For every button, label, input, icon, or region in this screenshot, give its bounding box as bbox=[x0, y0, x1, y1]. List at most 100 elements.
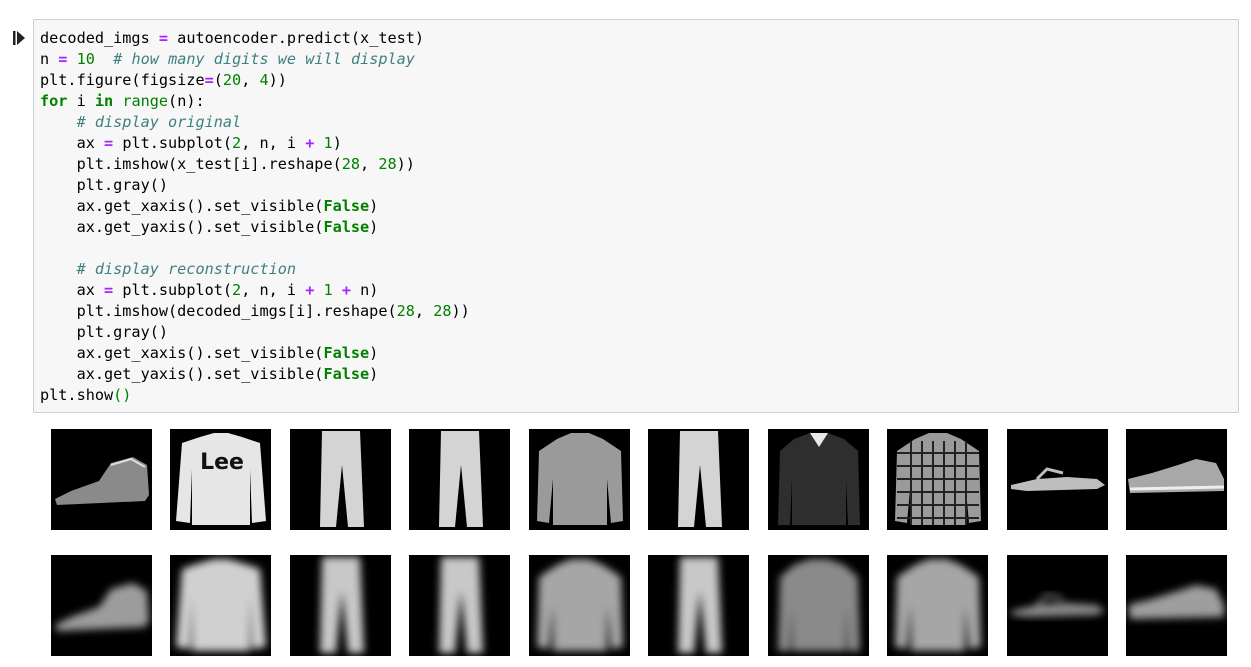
code-token: 1 bbox=[323, 134, 333, 152]
code-token: plt.gray() bbox=[40, 323, 169, 341]
code-line: plt.gray() bbox=[40, 175, 470, 196]
code-token: # how many digits we will display bbox=[113, 50, 415, 68]
code-token: False bbox=[323, 344, 370, 362]
code-token: , bbox=[360, 155, 379, 173]
reconstructed-image-ankle-boot bbox=[51, 555, 152, 656]
code-token: 10 bbox=[76, 50, 95, 68]
code-token: ax.get_xaxis().set_visible( bbox=[40, 344, 324, 362]
code-token: ax.get_yaxis().set_visible( bbox=[40, 365, 324, 383]
code-token: = bbox=[104, 134, 114, 152]
code-token: plt.subplot( bbox=[113, 281, 233, 299]
code-token: # display reconstruction bbox=[76, 260, 297, 278]
reconstructed-image-trouser bbox=[290, 555, 391, 656]
code-token: False bbox=[323, 365, 370, 383]
code-token: decoded_imgs bbox=[40, 29, 159, 47]
reconstructed-image-trouser bbox=[409, 555, 510, 656]
code-token: 28 bbox=[396, 302, 415, 320]
code-token: 20 bbox=[222, 71, 242, 89]
code-token: 28 bbox=[378, 155, 397, 173]
reconstructed-image-shirt bbox=[887, 555, 988, 656]
code-token: plt.figure(figsize bbox=[40, 71, 205, 89]
code-token: ax bbox=[40, 134, 105, 152]
code-token: ) bbox=[369, 344, 379, 362]
code-line: decoded_imgs = autoencoder.predict(x_tes… bbox=[40, 28, 470, 49]
original-image-pullover: Lee bbox=[170, 429, 271, 530]
code-token: plt.subplot( bbox=[113, 134, 233, 152]
code-token: n bbox=[40, 50, 59, 68]
code-token: # display original bbox=[76, 113, 242, 131]
code-token: )) bbox=[396, 155, 415, 173]
code-token: , n, i bbox=[241, 281, 306, 299]
original-image-shirt bbox=[529, 429, 630, 530]
code-token: ) bbox=[332, 134, 342, 152]
code-token: 1 bbox=[323, 281, 333, 299]
code-editor[interactable]: decoded_imgs = autoencoder.predict(x_tes… bbox=[40, 28, 470, 406]
code-token: () bbox=[113, 386, 132, 404]
code-line: plt.imshow(x_test[i].reshape(28, 28)) bbox=[40, 154, 470, 175]
code-token: , bbox=[414, 302, 434, 320]
code-token: for bbox=[40, 92, 68, 110]
code-token: i bbox=[67, 92, 95, 110]
reconstructed-image-sandal bbox=[1007, 555, 1108, 656]
code-token: 4 bbox=[259, 71, 269, 89]
code-token: plt.imshow(decoded_imgs[i].reshape( bbox=[40, 302, 397, 320]
code-token: 2 bbox=[232, 281, 242, 299]
code-token: plt.show bbox=[40, 386, 114, 404]
code-line: ax = plt.subplot(2, n, i + 1 + n) bbox=[40, 280, 470, 301]
code-line: ax.get_xaxis().set_visible(False) bbox=[40, 196, 470, 217]
code-token: = bbox=[204, 71, 214, 89]
reconstructed-image-sneaker bbox=[1126, 555, 1227, 656]
code-line: ax = plt.subplot(2, n, i + 1) bbox=[40, 133, 470, 154]
code-token: ) bbox=[369, 197, 379, 215]
original-image-coat bbox=[768, 429, 869, 530]
code-line: ax.get_yaxis().set_visible(False) bbox=[40, 364, 470, 385]
cell-output: Lee bbox=[51, 429, 1231, 657]
code-line: n = 10 # how many digits we will display bbox=[40, 49, 470, 70]
code-token: False bbox=[323, 218, 370, 236]
original-image-sneaker bbox=[1126, 429, 1227, 530]
code-line: plt.imshow(decoded_imgs[i].reshape(28, 2… bbox=[40, 301, 470, 322]
code-line: ax.get_xaxis().set_visible(False) bbox=[40, 343, 470, 364]
code-line: plt.gray() bbox=[40, 322, 470, 343]
code-token: ) bbox=[369, 365, 379, 383]
original-image-trouser bbox=[290, 429, 391, 530]
code-line: for i in range(n): bbox=[40, 91, 470, 112]
code-token: plt.imshow(x_test[i].reshape( bbox=[40, 155, 342, 173]
code-token: (n): bbox=[168, 92, 205, 110]
code-line: plt.figure(figsize=(20, 4)) bbox=[40, 70, 470, 91]
reconstructed-image-shirt bbox=[529, 555, 630, 656]
code-token: False bbox=[323, 197, 370, 215]
code-token: + bbox=[341, 281, 351, 299]
code-line: # display reconstruction bbox=[40, 259, 470, 280]
code-token: range bbox=[122, 92, 169, 110]
code-line: plt.show() bbox=[40, 385, 470, 406]
reconstructed-image-coat bbox=[768, 555, 869, 656]
code-token: + bbox=[305, 134, 315, 152]
code-line: # display original bbox=[40, 112, 470, 133]
code-token: ax.get_xaxis().set_visible( bbox=[40, 197, 324, 215]
original-image-shirt bbox=[887, 429, 988, 530]
code-token: + bbox=[305, 281, 315, 299]
code-token: = bbox=[158, 29, 169, 47]
code-token: , bbox=[241, 71, 260, 89]
code-token: )) bbox=[451, 302, 470, 320]
reconstructed-image-trouser bbox=[648, 555, 749, 656]
code-token: , n, i bbox=[241, 134, 306, 152]
code-token: 28 bbox=[433, 302, 452, 320]
original-image-sandal bbox=[1007, 429, 1108, 530]
code-token: 2 bbox=[232, 134, 242, 152]
run-cell-icon[interactable] bbox=[13, 31, 25, 45]
code-cell[interactable]: decoded_imgs = autoencoder.predict(x_tes… bbox=[33, 19, 1239, 413]
reconstructed-image-pullover bbox=[170, 555, 271, 656]
original-image-trouser bbox=[648, 429, 749, 530]
code-line: ax.get_yaxis().set_visible(False) bbox=[40, 217, 470, 238]
code-token: ax.get_yaxis().set_visible( bbox=[40, 218, 324, 236]
original-image-ankle-boot bbox=[51, 429, 152, 530]
